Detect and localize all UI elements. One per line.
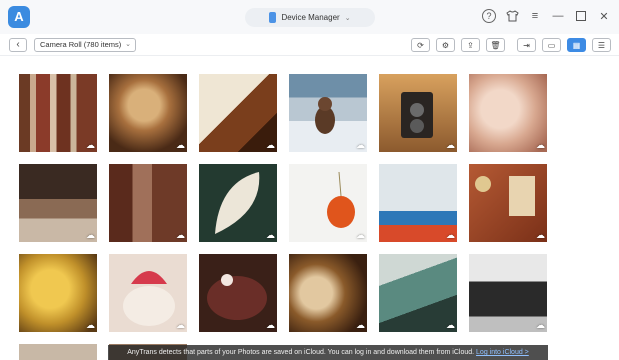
toolbar: ‹ Camera Roll (780 items) ⌄ ⟳ ⚙ ⇪ 🗑 ⇥ ▭ … (0, 34, 619, 56)
photo-thumbnail[interactable]: ☁ (19, 254, 97, 332)
photo-thumbnail[interactable]: ☁ (289, 164, 367, 242)
back-button[interactable]: ‹ (9, 38, 27, 52)
cloud-icon: ☁ (536, 140, 545, 150)
photo-thumbnail[interactable]: ☁ (199, 164, 277, 242)
cloud-icon: ☁ (176, 320, 185, 330)
photo-thumbnail[interactable]: ☁ (289, 254, 367, 332)
cloud-icon: ☁ (536, 230, 545, 240)
photo-thumbnail[interactable]: ☁ (109, 74, 187, 152)
album-select[interactable]: Camera Roll (780 items) ⌄ (34, 38, 136, 52)
cloud-icon: ☁ (266, 140, 275, 150)
grid-view-icon[interactable]: ▦ (567, 38, 586, 52)
photo-thumbnail[interactable]: ☁ (199, 74, 277, 152)
list-view-icon[interactable]: ☰ (592, 38, 611, 52)
photo-thumbnail[interactable]: ☁ (289, 74, 367, 152)
cloud-icon: ☁ (176, 230, 185, 240)
menu-icon[interactable]: ≡ (528, 9, 542, 23)
cloud-icon: ☁ (356, 320, 365, 330)
device-name: Device Manager (281, 13, 340, 22)
photo-thumbnail[interactable]: ☁ (199, 254, 277, 332)
cloud-icon: ☁ (86, 140, 95, 150)
to-computer-icon[interactable]: ▭ (542, 38, 561, 52)
delete-icon[interactable]: 🗑 (486, 38, 505, 52)
cloud-icon: ☁ (266, 320, 275, 330)
photo-thumbnail[interactable]: ☁ (379, 164, 457, 242)
album-label: Camera Roll (780 items) (40, 40, 122, 49)
photo-thumbnail[interactable]: ☁ (379, 254, 457, 332)
cloud-icon: ☁ (86, 320, 95, 330)
export-icon[interactable]: ⇥ (517, 38, 536, 52)
minimize-icon[interactable]: — (551, 9, 565, 23)
photo-thumbnail[interactable]: ☁ (19, 164, 97, 242)
settings-icon[interactable]: ⚙ (436, 38, 455, 52)
window-controls: ? ≡ — ✕ (482, 9, 611, 23)
photo-thumbnail[interactable]: ☁ (469, 164, 547, 242)
photo-thumbnail[interactable]: ☁ (19, 74, 97, 152)
cloud-icon: ☁ (536, 320, 545, 330)
app-logo: A (8, 6, 30, 28)
login-icloud-link[interactable]: Log into iCloud > (476, 349, 529, 356)
close-icon[interactable]: ✕ (597, 9, 611, 23)
photo-grid: ☁ ☁ ☁ ☁ ☁ ☁ ☁ ☁ ☁ ☁ ☁ ☁ ☁ ☁ ☁ ☁ ☁ ☁ (0, 56, 619, 360)
help-icon[interactable]: ? (482, 9, 496, 23)
shirt-icon[interactable] (505, 9, 519, 23)
icloud-notice: AnyTrans detects that parts of your Phot… (108, 345, 548, 360)
photo-thumbnail[interactable] (19, 344, 97, 360)
cloud-icon: ☁ (356, 230, 365, 240)
cloud-icon: ☁ (86, 230, 95, 240)
photo-thumbnail[interactable]: ☁ (109, 254, 187, 332)
cloud-icon: ☁ (356, 140, 365, 150)
photo-thumbnail[interactable]: ☁ (469, 254, 547, 332)
tool-group: ⟳ ⚙ ⇪ 🗑 ⇥ ▭ ▦ ☰ (411, 38, 611, 52)
photo-thumbnail[interactable]: ☁ (469, 74, 547, 152)
photo-thumbnail[interactable]: ☁ (109, 164, 187, 242)
cloud-icon: ☁ (176, 140, 185, 150)
upload-icon[interactable]: ⇪ (461, 38, 480, 52)
cloud-icon: ☁ (446, 320, 455, 330)
refresh-icon[interactable]: ⟳ (411, 38, 430, 52)
chevron-down-icon: ⌄ (344, 14, 351, 22)
cloud-icon: ☁ (446, 230, 455, 240)
maximize-icon[interactable] (574, 9, 588, 23)
title-bar: A Device Manager ⌄ ? ≡ — ✕ (0, 0, 619, 34)
notice-text: AnyTrans detects that parts of your Phot… (127, 349, 475, 356)
photo-thumbnail[interactable]: ☁ (379, 74, 457, 152)
chevron-down-icon: ⌄ (125, 41, 131, 48)
device-selector[interactable]: Device Manager ⌄ (245, 8, 375, 27)
cloud-icon: ☁ (446, 140, 455, 150)
cloud-icon: ☁ (266, 230, 275, 240)
phone-icon (269, 12, 277, 23)
